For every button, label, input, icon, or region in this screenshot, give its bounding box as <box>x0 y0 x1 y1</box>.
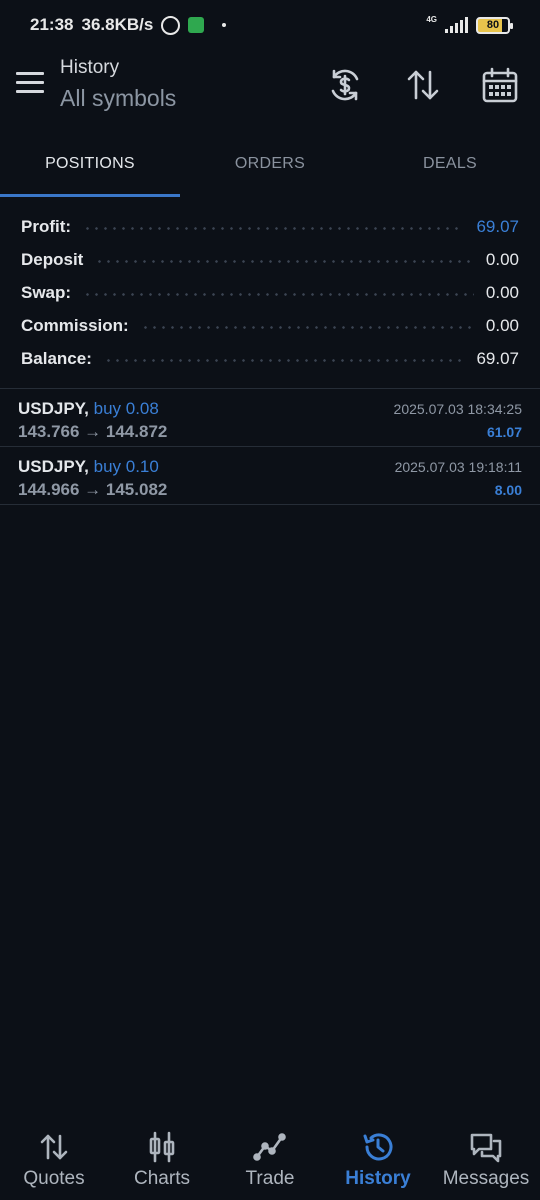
menu-icon[interactable] <box>16 72 44 94</box>
battery-icon: 80 <box>476 16 513 34</box>
notification-dot-icon <box>222 23 227 27</box>
calendar-icon[interactable] <box>481 66 519 104</box>
currency-exchange-icon[interactable] <box>326 66 364 104</box>
nav-label: History <box>345 1168 411 1189</box>
divider <box>0 504 540 505</box>
status-speed: 36.8KB/s <box>81 15 154 34</box>
position-profit: 8.00 <box>494 482 522 498</box>
position-prices: 143.766 → 144.872 <box>18 422 168 441</box>
nav-history[interactable]: History <box>324 1112 432 1200</box>
whatsapp-icon <box>161 15 181 35</box>
battery-level: 80 <box>486 19 500 31</box>
summary-panel: Profit: 69.07 Deposit 0.00 Swap: 0.00 Co… <box>0 210 540 375</box>
dotted-leader <box>83 293 474 296</box>
tab-deals[interactable]: DEALS <box>360 130 540 198</box>
nav-label: Charts <box>134 1168 190 1189</box>
trade-line-icon <box>253 1130 287 1164</box>
position-side: buy 0.08 <box>93 399 159 418</box>
summary-label: Balance: <box>21 348 92 368</box>
position-row[interactable]: USDJPY, buy 0.10 144.966 → 145.082 2025.… <box>0 447 540 504</box>
nav-messages[interactable]: Messages <box>432 1112 540 1200</box>
summary-label: Profit: <box>21 216 72 236</box>
dotted-leader <box>95 260 474 263</box>
bottom-nav: Quotes Charts Trade History Messages <box>0 1112 540 1200</box>
position-side: buy 0.10 <box>93 457 159 476</box>
network-type: 4G <box>426 14 437 24</box>
nav-quotes[interactable]: Quotes <box>0 1112 108 1200</box>
position-symbol: USDJPY, <box>18 399 89 418</box>
history-tabs: POSITIONS ORDERS DEALS <box>0 130 540 198</box>
summary-row-balance: Balance: 69.07 <box>0 342 540 375</box>
position-row[interactable]: USDJPY, buy 0.08 143.766 → 144.872 2025.… <box>0 389 540 446</box>
nav-label: Messages <box>442 1168 530 1189</box>
tab-orders[interactable]: ORDERS <box>180 130 360 198</box>
history-clock-icon <box>361 1130 395 1164</box>
dotted-leader <box>83 227 465 230</box>
sort-icon[interactable] <box>404 66 442 104</box>
chat-bubbles-icon <box>469 1130 503 1164</box>
app-bar: History All symbols <box>0 52 540 122</box>
summary-value: 0.00 <box>485 249 519 269</box>
dotted-leader <box>103 359 465 362</box>
summary-value: 69.07 <box>476 216 519 236</box>
tab-positions[interactable]: POSITIONS <box>0 130 180 198</box>
summary-row-deposit: Deposit 0.00 <box>0 243 540 276</box>
summary-row-commission: Commission: 0.00 <box>0 309 540 342</box>
nav-charts[interactable]: Charts <box>108 1112 216 1200</box>
position-time: 2025.07.03 19:18:11 <box>394 459 522 475</box>
position-symbol: USDJPY, <box>18 457 89 476</box>
position-time: 2025.07.03 18:34:25 <box>393 401 522 417</box>
summary-label: Swap: <box>21 282 72 302</box>
app-notification-icon <box>188 17 205 33</box>
summary-value: 0.00 <box>485 315 519 335</box>
quotes-arrows-icon <box>37 1130 71 1164</box>
nav-label: Quotes <box>23 1168 85 1189</box>
summary-row-swap: Swap: 0.00 <box>0 276 540 309</box>
summary-value: 69.07 <box>476 348 519 368</box>
summary-label: Deposit <box>21 249 84 269</box>
signal-icon <box>445 17 468 33</box>
summary-value: 0.00 <box>485 282 519 302</box>
nav-trade[interactable]: Trade <box>216 1112 324 1200</box>
dotted-leader <box>140 326 474 329</box>
status-bar: 21:38 36.8KB/s 4G 80 <box>0 0 540 50</box>
position-profit: 61.07 <box>486 424 522 440</box>
summary-label: Commission: <box>21 315 129 335</box>
symbol-filter[interactable]: All symbols <box>60 85 176 112</box>
nav-label: Trade <box>245 1168 295 1189</box>
candlestick-icon <box>145 1130 179 1164</box>
summary-row-profit: Profit: 69.07 <box>0 210 540 243</box>
page-title: History <box>60 57 120 78</box>
status-time: 21:38 <box>30 15 74 34</box>
position-prices: 144.966 → 145.082 <box>18 480 168 499</box>
